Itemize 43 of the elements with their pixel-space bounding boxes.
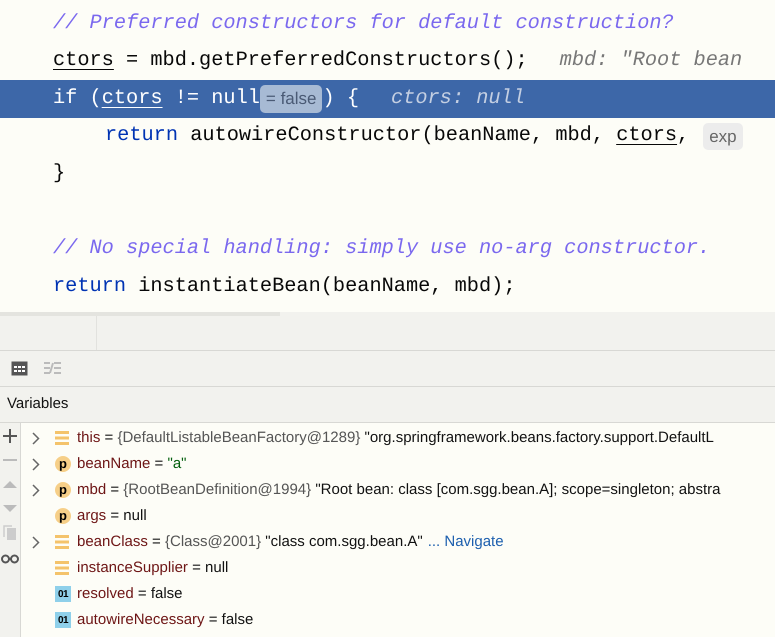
- variable-entry[interactable]: this = {DefaultListableBeanFactory@1289} "org.springframework.beans.factory.support.DefaultL: [77, 426, 714, 450]
- expand-icon[interactable]: [32, 484, 40, 496]
- boolean-icon: 01: [55, 612, 71, 628]
- variable-entry[interactable]: args = null: [77, 504, 147, 528]
- field-icon: [55, 431, 69, 445]
- parameter-icon: p: [55, 482, 71, 498]
- expand-icon[interactable]: [32, 432, 40, 444]
- variable-entry[interactable]: instanceSupplier = null: [77, 556, 228, 580]
- expand-icon[interactable]: [32, 458, 40, 470]
- code-text: autowireConstructor(beanName, mbd,: [189, 123, 606, 150]
- variable-entry[interactable]: beanName = "a": [77, 452, 186, 476]
- add-icon[interactable]: [3, 429, 17, 443]
- code-variable: ctors: [53, 48, 114, 74]
- variable-entry[interactable]: beanClass = {Class@2001} "class com.sgg.bean.A": [77, 530, 423, 554]
- code-variable: ctors: [102, 86, 163, 112]
- navigate-link[interactable]: ... Navigate: [428, 530, 504, 554]
- code-comment: // Preferred constructors for default construction?: [53, 10, 674, 37]
- code-text: ,: [677, 123, 690, 150]
- code-keyword: return: [105, 123, 178, 150]
- expand-icon[interactable]: [32, 536, 40, 548]
- inline-value-hint: mbd: "Root bean: [560, 48, 742, 74]
- parameter-icon: p: [55, 508, 71, 524]
- code-comment: // No special handling: simply use no-arg constructor.: [53, 236, 710, 262]
- code-keyword: return: [53, 274, 126, 300]
- variable-entry[interactable]: mbd = {RootBeanDefinition@1994} "Root bean: class [com.sgg.bean.A]; scope=singleton; abstra: [77, 478, 720, 502]
- code-text: instantiateBean(beanName, mbd);: [137, 274, 516, 300]
- variable-entry[interactable]: resolved = false: [77, 582, 182, 606]
- inline-value-hint: ctors: null: [391, 86, 525, 112]
- inlay-hint: = false: [260, 85, 322, 113]
- boolean-icon: 01: [55, 586, 71, 602]
- field-icon: [55, 535, 69, 549]
- code-text: if (: [53, 86, 102, 112]
- code-text: != null: [174, 86, 260, 112]
- code-text: = mbd.getPreferredConstructors();: [125, 48, 528, 74]
- parameter-icon: p: [55, 456, 71, 472]
- code-text: ) {: [322, 86, 359, 112]
- table-icon[interactable]: [11, 361, 28, 376]
- code-editor[interactable]: [0, 0, 775, 312]
- variable-entry[interactable]: autowireNecessary = false: [77, 608, 254, 632]
- code-text: }: [53, 160, 66, 187]
- code-variable: ctors: [616, 123, 678, 150]
- inlay-hint: exp: [703, 122, 743, 150]
- field-icon: [55, 561, 69, 575]
